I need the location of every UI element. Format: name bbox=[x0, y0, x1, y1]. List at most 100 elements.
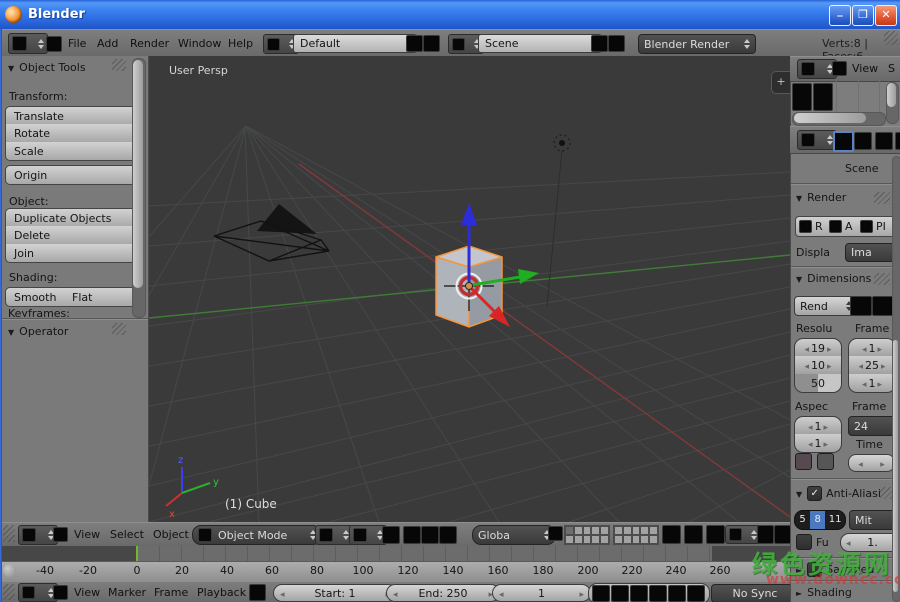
play-reverse-button[interactable] bbox=[630, 585, 648, 602]
delete-scene-icon[interactable] bbox=[608, 35, 625, 52]
panel-drag-grip[interactable] bbox=[112, 323, 126, 335]
decrement-arrow-icon[interactable] bbox=[499, 587, 504, 600]
sync-dropdown[interactable]: No Sync bbox=[711, 584, 799, 602]
layer-group-2[interactable] bbox=[613, 525, 659, 545]
render-panel-header[interactable]: Render bbox=[796, 191, 846, 204]
layer-cell[interactable] bbox=[632, 526, 641, 535]
viewport-3d[interactable]: z y x bbox=[149, 56, 790, 522]
panel-drag-grip[interactable] bbox=[874, 192, 890, 204]
title-bar[interactable]: Blender bbox=[0, 0, 900, 29]
menu-add[interactable]: Add bbox=[97, 37, 118, 50]
origin-button[interactable]: Origin bbox=[5, 165, 143, 185]
tab-render-active[interactable] bbox=[833, 131, 854, 152]
frame-end-field[interactable]: 25 bbox=[848, 356, 896, 375]
jump-to-end-button[interactable] bbox=[687, 585, 705, 602]
delete-button[interactable]: Delete bbox=[5, 226, 143, 245]
editor-type-dropdown[interactable] bbox=[18, 583, 58, 602]
layer-cell[interactable] bbox=[649, 535, 658, 544]
sampled-motion-blur-panel-header[interactable]: Sampled bbox=[796, 562, 874, 577]
shading-panel-header[interactable]: Shading bbox=[796, 586, 852, 599]
next-keyframe-button[interactable] bbox=[668, 585, 686, 602]
mode-dropdown[interactable]: Object Mode bbox=[192, 525, 322, 545]
editor-type-dropdown[interactable] bbox=[18, 525, 58, 545]
layer-cell[interactable] bbox=[591, 535, 600, 544]
menu-view[interactable]: View bbox=[74, 586, 100, 599]
decrement-arrow-icon[interactable] bbox=[393, 587, 398, 600]
layer-cell[interactable] bbox=[583, 535, 592, 544]
aa-samples-8-selected[interactable]: 8 bbox=[810, 511, 825, 529]
sampled-checkbox[interactable] bbox=[807, 562, 822, 577]
layer-cell[interactable] bbox=[591, 526, 600, 535]
layer-cell[interactable] bbox=[640, 526, 649, 535]
toolshelf-scrollbar-thumb[interactable] bbox=[133, 60, 143, 288]
scene-field[interactable]: Scene bbox=[478, 34, 602, 53]
outliner-scrollbar-thumb[interactable] bbox=[887, 83, 896, 107]
layer-cell[interactable] bbox=[574, 526, 583, 535]
add-layout-icon[interactable] bbox=[406, 35, 423, 52]
outliner-item-icon[interactable] bbox=[813, 83, 833, 111]
editor-type-dropdown[interactable] bbox=[797, 130, 837, 150]
delete-layout-icon[interactable] bbox=[423, 35, 440, 52]
menu-search[interactable]: S bbox=[888, 62, 895, 75]
filter-size-field[interactable]: 1. bbox=[840, 533, 900, 552]
layer-cell[interactable] bbox=[614, 526, 623, 535]
layer-cell[interactable] bbox=[640, 535, 649, 544]
aa-samples-segmented[interactable]: 5 8 11 bbox=[794, 510, 846, 530]
layer-group-1[interactable] bbox=[564, 525, 610, 545]
resolution-percentage-slider[interactable]: 50 bbox=[794, 374, 842, 393]
frame-start-field[interactable]: Start: 1 bbox=[273, 584, 397, 602]
menu-object[interactable]: Object bbox=[153, 528, 189, 541]
layer-1-active[interactable] bbox=[565, 526, 574, 535]
layer-cell[interactable] bbox=[632, 535, 641, 544]
frame-step-field[interactable]: 1 bbox=[848, 374, 896, 393]
orientation-dropdown[interactable]: Globa bbox=[472, 525, 556, 545]
panel-drag-grip[interactable] bbox=[874, 273, 890, 285]
decrement-arrow-icon[interactable] bbox=[280, 587, 285, 600]
layer-cell[interactable] bbox=[614, 535, 623, 544]
layer-cell[interactable] bbox=[649, 526, 658, 535]
duplicate-objects-button[interactable]: Duplicate Objects bbox=[5, 208, 143, 228]
current-frame-line[interactable] bbox=[136, 546, 138, 561]
close-button[interactable] bbox=[875, 5, 897, 26]
layer-cell[interactable] bbox=[574, 535, 583, 544]
aa-samples-11[interactable]: 11 bbox=[825, 511, 845, 529]
render-opengl-icon[interactable] bbox=[757, 525, 774, 544]
manipulator-scale-toggle[interactable] bbox=[439, 526, 457, 544]
layer-visibility-icon[interactable] bbox=[548, 526, 563, 541]
border-checkbox[interactable] bbox=[795, 453, 812, 470]
layer-cell[interactable] bbox=[600, 535, 609, 544]
region-expand-tab[interactable]: + bbox=[771, 71, 790, 94]
menu-window[interactable]: Window bbox=[178, 37, 221, 50]
editor-type-dropdown[interactable] bbox=[797, 59, 837, 79]
flat-button[interactable]: Flat bbox=[64, 287, 142, 307]
render-engine-dropdown[interactable]: Blender Render bbox=[638, 34, 756, 54]
manipulator-translate-toggle[interactable] bbox=[403, 526, 421, 544]
snap-magnet-icon[interactable] bbox=[684, 525, 703, 544]
tab-scene[interactable] bbox=[854, 132, 872, 150]
full-sample-checkbox[interactable] bbox=[796, 534, 812, 550]
editor-type-dropdown[interactable] bbox=[8, 33, 48, 54]
menu-view[interactable]: View bbox=[852, 62, 878, 75]
use-preview-range-icon[interactable] bbox=[249, 584, 266, 601]
time-remap-old-button[interactable] bbox=[848, 454, 873, 472]
collapse-menus-icon[interactable] bbox=[53, 527, 68, 542]
antialiasing-checkbox-checked[interactable]: ✓ bbox=[807, 486, 822, 501]
play-button[interactable] bbox=[649, 585, 667, 602]
aspect-y-field[interactable]: 1 bbox=[794, 434, 842, 453]
add-scene-icon[interactable] bbox=[591, 35, 608, 52]
menu-playback[interactable]: Playback bbox=[197, 586, 246, 599]
frame-end-field[interactable]: End: 250 bbox=[386, 584, 500, 602]
viewport-shading-dropdown[interactable] bbox=[315, 525, 353, 545]
layer-cell[interactable] bbox=[565, 535, 574, 544]
area-corner-grip[interactable] bbox=[3, 584, 15, 600]
object-tools-panel-header[interactable]: Object Tools bbox=[8, 61, 86, 74]
outliner-hscrollbar-thumb[interactable] bbox=[794, 113, 866, 123]
tab-world[interactable] bbox=[875, 132, 893, 150]
render-opengl-anim-icon[interactable] bbox=[774, 525, 791, 544]
tab-object-cut[interactable] bbox=[895, 132, 900, 150]
pivot-align-toggle[interactable] bbox=[382, 526, 400, 544]
scale-button[interactable]: Scale bbox=[5, 142, 143, 161]
translate-button[interactable]: Translate bbox=[5, 106, 143, 126]
layer-cell[interactable] bbox=[583, 526, 592, 535]
layer-cell[interactable] bbox=[623, 535, 632, 544]
